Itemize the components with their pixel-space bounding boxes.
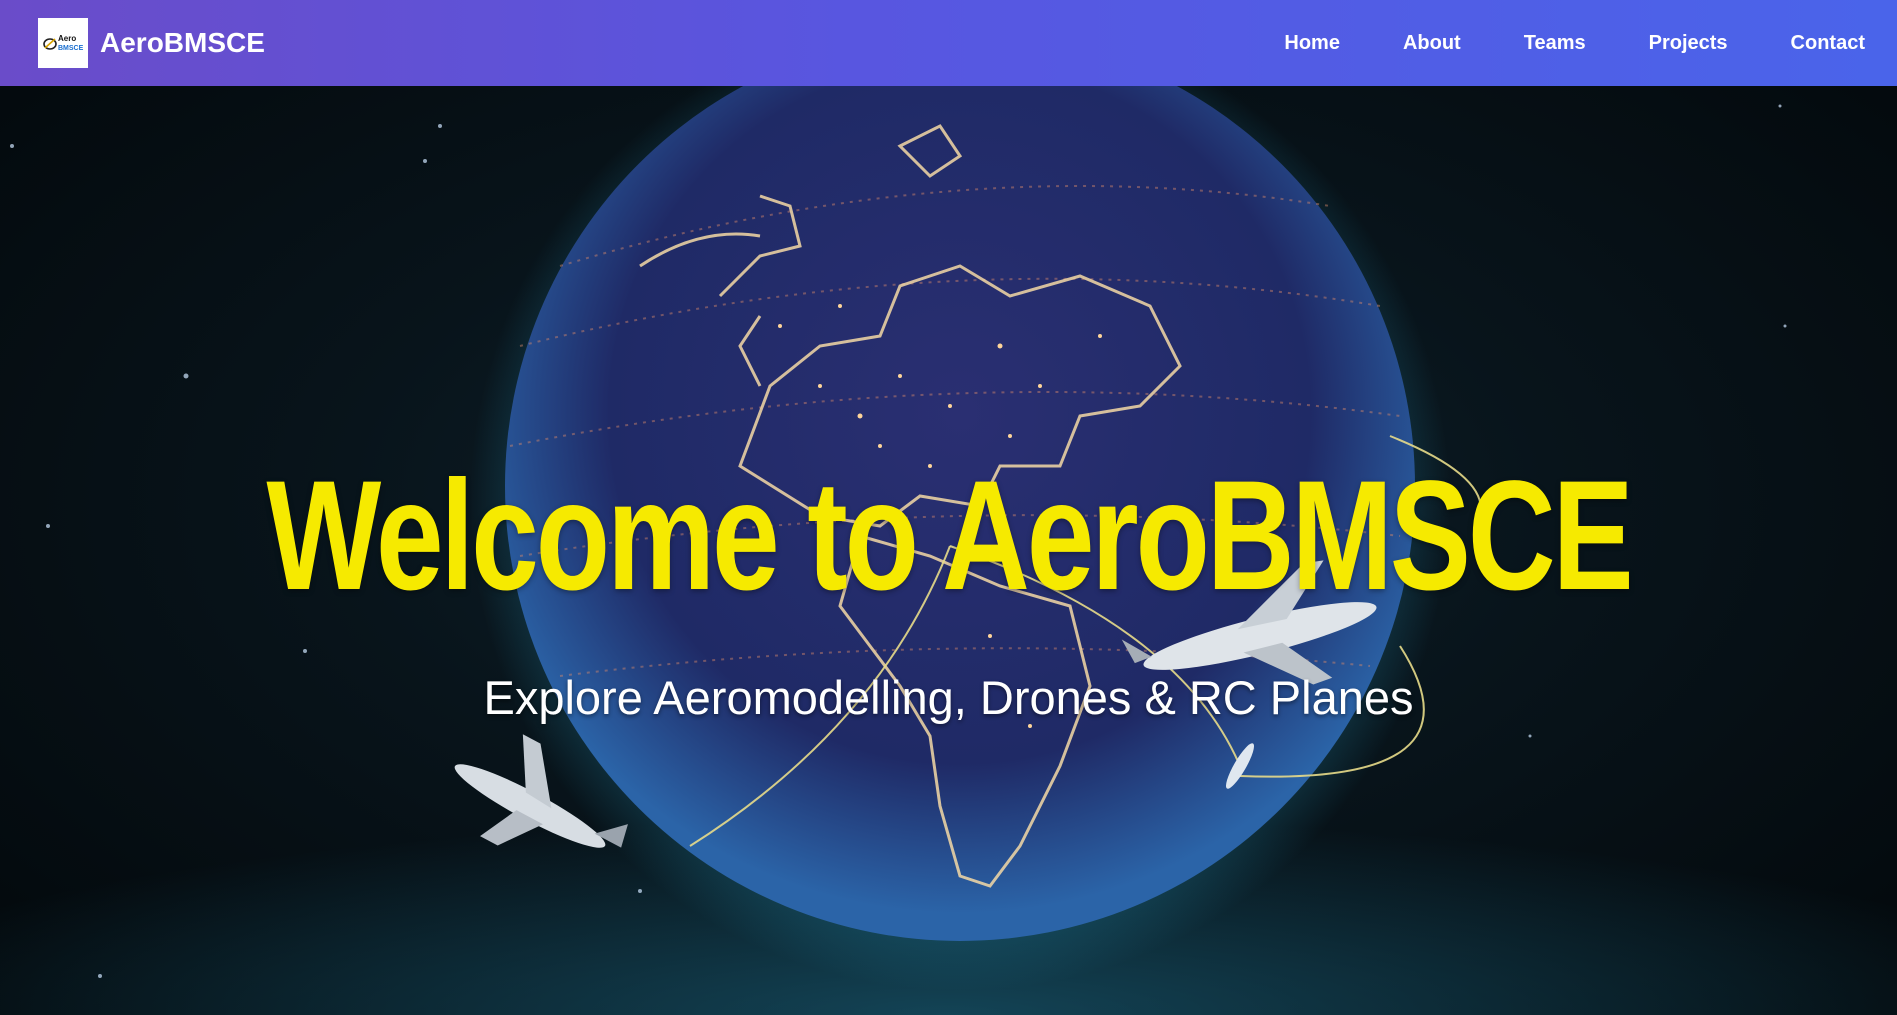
hero-section: Welcome to AeroBMSCE Explore Aeromodelli… bbox=[0, 86, 1897, 1015]
svg-text:Aero: Aero bbox=[58, 34, 76, 43]
nav-links: Home About Teams Projects Contact bbox=[1221, 0, 1865, 86]
logo[interactable]: Aero BMSCE bbox=[38, 18, 88, 68]
navbar: Aero BMSCE AeroBMSCE Home About Teams Pr… bbox=[0, 0, 1897, 86]
svg-text:BMSCE: BMSCE bbox=[58, 45, 84, 52]
nav-link-projects[interactable]: Projects bbox=[1649, 32, 1728, 55]
nav-link-about[interactable]: About bbox=[1403, 32, 1461, 55]
hero-subtitle: Explore Aeromodelling, Drones & RC Plane… bbox=[483, 671, 1414, 724]
nav-link-home[interactable]: Home bbox=[1284, 32, 1340, 55]
hero-title: Welcome to AeroBMSCE bbox=[266, 449, 1633, 623]
brand-name[interactable]: AeroBMSCE bbox=[100, 27, 265, 59]
logo-icon: Aero BMSCE bbox=[43, 34, 84, 52]
nav-link-contact[interactable]: Contact bbox=[1791, 32, 1865, 55]
nav-link-teams[interactable]: Teams bbox=[1524, 32, 1586, 55]
brand[interactable]: Aero BMSCE AeroBMSCE bbox=[38, 18, 265, 68]
